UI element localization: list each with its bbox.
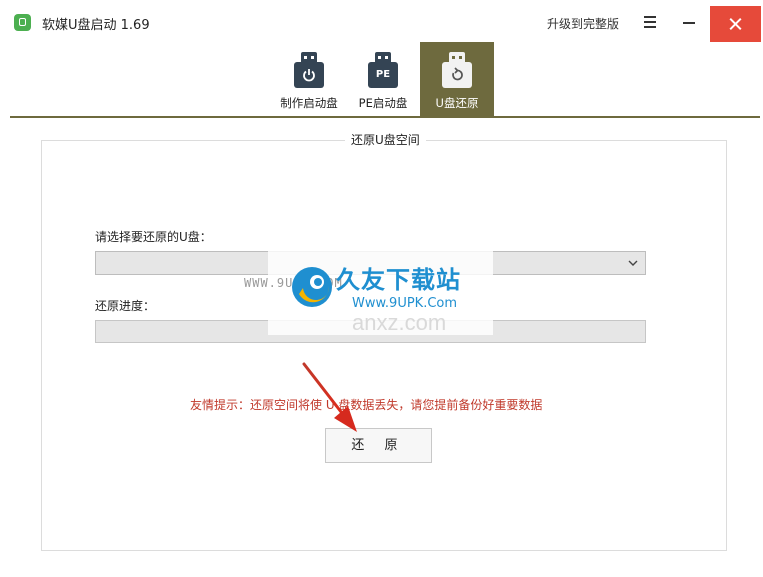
app-logo-icon: [14, 14, 31, 31]
pe-badge: PE: [368, 62, 398, 88]
tab-usb-restore[interactable]: U盘还原: [420, 42, 494, 116]
tab-bar: 制作启动盘 PE PE启动盘 U盘还原: [272, 42, 494, 116]
minimize-button[interactable]: [674, 10, 704, 34]
chevron-down-icon: [628, 260, 638, 266]
watermark-faint-text: anxz.com: [352, 310, 447, 335]
usb-restore-icon: [442, 52, 472, 88]
tab-make-boot-disk[interactable]: 制作启动盘: [272, 42, 346, 116]
watermark-brand: 久友下载站: [336, 266, 461, 294]
watermark-logo-icon: [292, 267, 332, 307]
tab-pe-boot-disk[interactable]: PE PE启动盘: [346, 42, 420, 116]
watermark-url: Www.9UPK.Com: [352, 296, 458, 311]
disk-select-label: 请选择要还原的U盘：: [95, 230, 212, 244]
tab-label: PE启动盘: [358, 96, 408, 110]
progress-label: 还原进度：: [95, 299, 156, 313]
tab-label: U盘还原: [435, 96, 479, 110]
tab-label: 制作启动盘: [280, 96, 338, 110]
usb-pe-icon: PE: [368, 52, 398, 88]
close-button[interactable]: [710, 6, 761, 42]
title-bar: 软媒U盘启动 1.69 升级到完整版: [0, 0, 763, 44]
tab-underline: [10, 116, 760, 118]
upgrade-link[interactable]: 升级到完整版: [547, 15, 619, 32]
menu-icon[interactable]: [638, 10, 662, 34]
app-title: 软媒U盘启动 1.69: [42, 18, 150, 33]
warning-tip: 友情提示：还原空间将使 U 盘数据丢失，请您提前备份好重要数据: [190, 398, 543, 412]
group-title: 还原U盘空间: [345, 131, 426, 148]
restore-button[interactable]: 还 原: [325, 428, 432, 463]
restore-group-box: [41, 140, 727, 551]
usb-power-icon: [294, 52, 324, 88]
